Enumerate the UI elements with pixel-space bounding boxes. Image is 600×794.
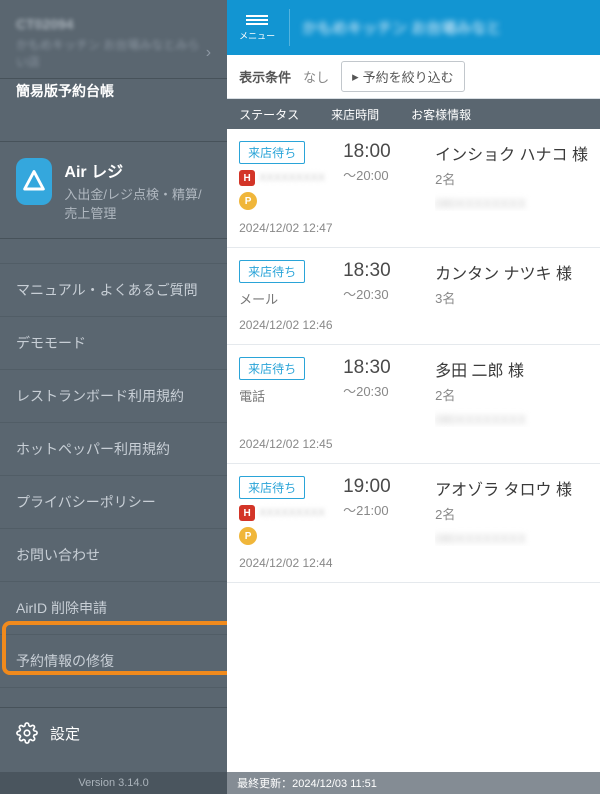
app-subtitle: 入出金/レジ点検・精算/売上管理 [64,184,211,222]
customer-name: カンタン ナツキ 様 [435,260,588,284]
customer-phone: 080XXXXXXXX [435,412,588,427]
airregi-icon [16,158,52,205]
last-update-bar: 最終更新：2024/12/03 11:51 [227,772,600,794]
point-icon: P [239,192,257,210]
source-text: メール [239,289,331,308]
filter-label: 表示条件 [239,67,291,86]
play-icon: ▸ [352,69,359,85]
time-end: ～20:30 [343,381,423,400]
customer-name: 多田 二郎 様 [435,357,588,381]
store-name: かもめキッチン お台場みなとみらい店 [16,36,206,70]
chevron-right-icon: › [206,44,211,62]
source-text: 電話 [239,386,331,405]
shop-title: かもめキッチン お台場みなと [302,17,501,38]
column-time: 来店時間 [331,106,411,123]
menu-button[interactable]: メニュー [235,9,290,46]
customer-count: 2名 [435,504,588,523]
filter-bar: 表示条件 なし ▸ 予約を絞り込む [227,55,600,99]
reservation-row[interactable]: 来店待ち H XXXXXXXXX P 19:00 ～21:00 アオゾラ タロウ … [227,464,600,583]
hotpepper-icon: H [239,170,255,186]
filter-button[interactable]: ▸ 予約を絞り込む [341,61,465,92]
point-icon: P [239,527,257,545]
status-badge: 来店待ち [239,476,305,499]
customer-name: インショク ハナコ 様 [435,141,588,165]
customer-phone: 080XXXXXXXX [435,196,588,211]
menu-item-rb-terms[interactable]: レストランボード利用規約 [0,370,227,423]
time-end: ～20:30 [343,284,423,303]
source-text: XXXXXXXXX [259,172,325,184]
customer-phone: 080XXXXXXXX [435,531,588,546]
reservation-timestamp: 2024/12/02 12:44 [239,556,588,570]
customer-count: 2名 [435,169,588,188]
column-status: ステータス [239,106,331,123]
status-badge: 来店待ち [239,260,305,283]
filter-button-label: 予約を絞り込む [363,67,454,86]
time-start: 18:00 [343,141,423,163]
reservation-list: 来店待ち H XXXXXXXXX P 18:00 ～20:00 インショク ハナコ… [227,129,600,794]
main-content: メニュー かもめキッチン お台場みなと 表示条件 なし ▸ 予約を絞り込む ステ… [227,0,600,794]
gear-icon [16,722,38,744]
version-label: Version 3.14.0 [0,772,227,794]
settings-button[interactable]: 設定 [0,707,227,758]
time-end: ～21:00 [343,500,423,519]
reservation-timestamp: 2024/12/02 12:46 [239,318,588,332]
menu-item-contact[interactable]: お問い合わせ [0,529,227,582]
time-start: 19:00 [343,476,423,498]
sidebar: CT02094 かもめキッチン お台場みなとみらい店 › 簡易版予約台帳 Air… [0,0,227,794]
time-start: 18:30 [343,357,423,379]
app-airregi[interactable]: Air レジ 入出金/レジ点検・精算/売上管理 [0,141,227,239]
table-header: ステータス 来店時間 お客様情報 [227,99,600,129]
customer-count: 2名 [435,385,588,404]
source-text: XXXXXXXXX [259,507,325,519]
hamburger-icon [246,13,268,27]
menu-button-label: メニュー [239,29,275,42]
menu-item-airid-delete[interactable]: AirID 削除申請 [0,582,227,635]
filter-none: なし [303,67,329,86]
time-start: 18:30 [343,260,423,282]
menu-item-manual[interactable]: マニュアル・よくあるご質問 [0,263,227,317]
menu-item-hp-terms[interactable]: ホットペッパー利用規約 [0,423,227,476]
column-customer: お客様情報 [411,106,588,123]
menu-item-reservation-repair[interactable]: 予約情報の修復 [0,635,227,688]
store-header[interactable]: CT02094 かもめキッチン お台場みなとみらい店 › [0,0,227,79]
status-badge: 来店待ち [239,357,305,380]
menu-item-privacy[interactable]: プライバシーポリシー [0,476,227,529]
settings-label: 設定 [50,723,80,744]
reservation-timestamp: 2024/12/02 12:47 [239,221,588,235]
reservation-row[interactable]: 来店待ち H XXXXXXXXX P 18:00 ～20:00 インショク ハナコ… [227,129,600,248]
app-title: Air レジ [64,158,211,182]
customer-count: 3名 [435,288,588,307]
top-bar: メニュー かもめキッチン お台場みなと [227,0,600,55]
customer-name: アオゾラ タロウ 様 [435,476,588,500]
menu-list: マニュアル・よくあるご質問 デモモード レストランボード利用規約 ホットペッパー… [0,263,227,688]
reservation-row[interactable]: 来店待ち 電話 18:30 ～20:30 多田 二郎 様 2名 080XXXXX… [227,345,600,464]
status-badge: 来店待ち [239,141,305,164]
reservation-row[interactable]: 来店待ち メール 18:30 ～20:30 カンタン ナツキ 様 3名 2024… [227,248,600,345]
reservation-timestamp: 2024/12/02 12:45 [239,437,588,451]
time-end: ～20:00 [343,165,423,184]
hotpepper-icon: H [239,505,255,521]
store-id: CT02094 [16,16,211,32]
section-title: 簡易版予約台帳 [0,79,227,109]
menu-item-demo[interactable]: デモモード [0,317,227,370]
